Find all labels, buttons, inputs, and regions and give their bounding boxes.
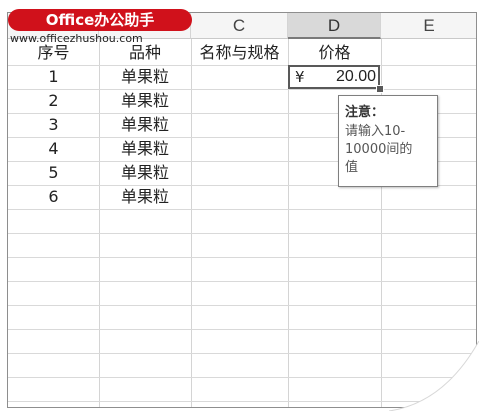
- page-curl-decoration: [389, 341, 479, 411]
- cell-index[interactable]: 1: [8, 65, 99, 89]
- currency-symbol: ¥: [295, 68, 305, 86]
- grid-line: [288, 39, 289, 407]
- grid-line: [191, 39, 192, 407]
- watermark-url: www.officezhushou.com: [10, 32, 143, 45]
- cell-variety[interactable]: 单果粒: [99, 161, 191, 185]
- cell-index[interactable]: 6: [8, 185, 99, 209]
- header-cell-name-spec[interactable]: 名称与规格: [191, 41, 288, 65]
- cell-index[interactable]: 3: [8, 113, 99, 137]
- grid-line: [8, 329, 476, 330]
- grid-line: [8, 233, 476, 234]
- site-logo: Office办公助手: [8, 9, 192, 31]
- grid-line: [8, 281, 476, 282]
- cell-variety[interactable]: 单果粒: [99, 65, 191, 89]
- cell-index[interactable]: 2: [8, 89, 99, 113]
- cell-variety[interactable]: 单果粒: [99, 113, 191, 137]
- column-header-d[interactable]: D: [288, 13, 381, 39]
- cell-index[interactable]: 4: [8, 137, 99, 161]
- price-value: 20.00: [335, 68, 376, 85]
- validation-message: 请输入10- 10000间的 值: [345, 124, 413, 175]
- column-header-e[interactable]: E: [381, 13, 476, 39]
- cell-index[interactable]: 5: [8, 161, 99, 185]
- grid-line: [8, 209, 476, 210]
- validation-title: 注意：: [345, 105, 385, 120]
- header-cell-price[interactable]: 价格: [288, 41, 381, 65]
- grid-line: [8, 257, 476, 258]
- cell-variety[interactable]: 单果粒: [99, 89, 191, 113]
- cell-variety[interactable]: 单果粒: [99, 185, 191, 209]
- cell-variety[interactable]: 单果粒: [99, 137, 191, 161]
- validation-input-message: 注意： 请输入10- 10000间的 值: [338, 95, 438, 187]
- fill-handle[interactable]: [376, 85, 384, 93]
- grid-line: [8, 305, 476, 306]
- column-header-c[interactable]: C: [191, 13, 288, 39]
